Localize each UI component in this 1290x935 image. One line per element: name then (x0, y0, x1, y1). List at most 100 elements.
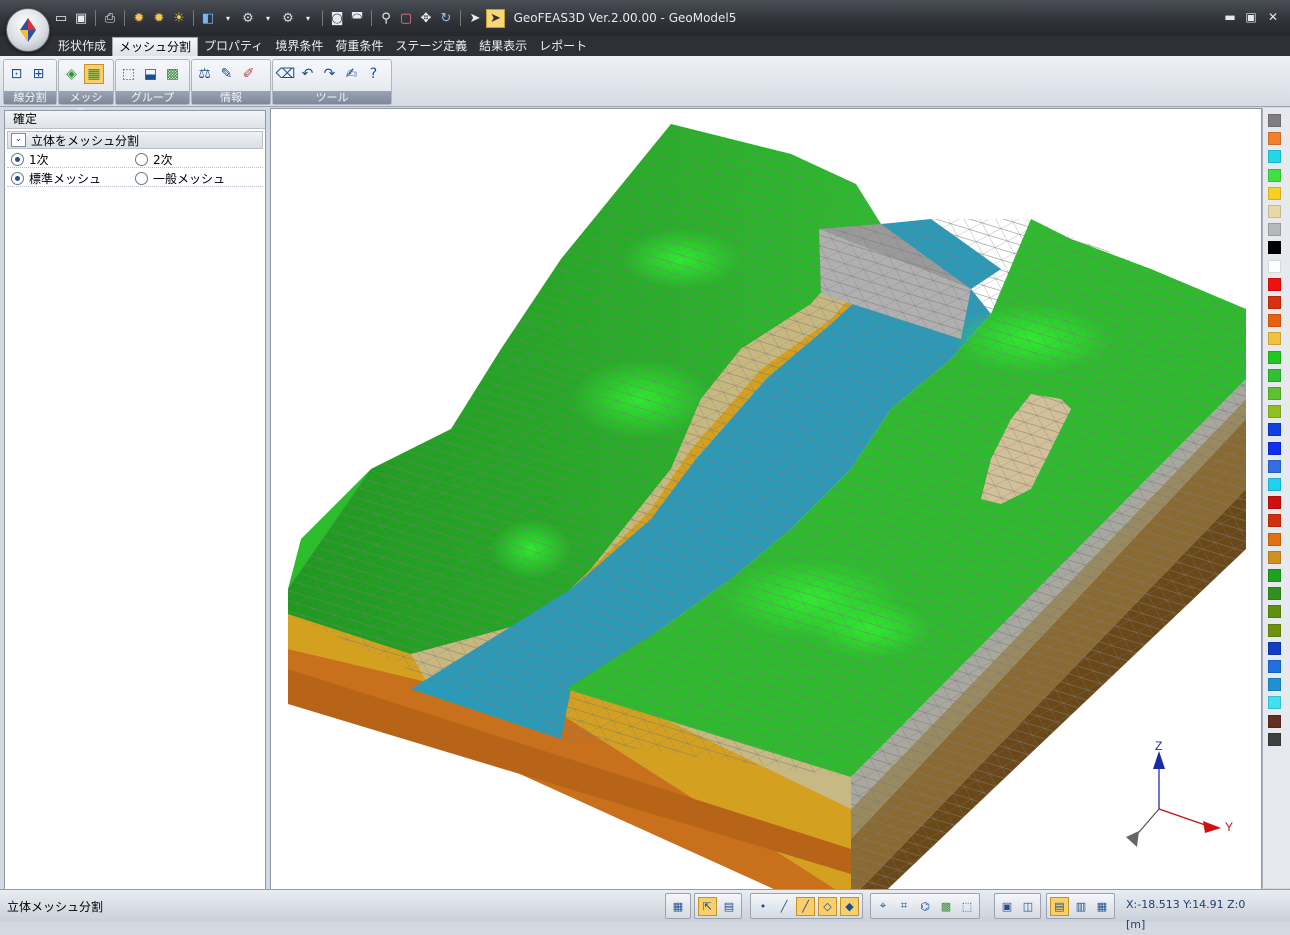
tab-property[interactable]: プロパティ (198, 37, 269, 56)
box-select-icon[interactable]: ⬚ (958, 897, 976, 915)
color-swatch[interactable] (1268, 441, 1281, 455)
element-info-icon[interactable]: ✎ (217, 64, 236, 83)
color-swatch[interactable] (1268, 678, 1281, 692)
color-swatch[interactable] (1268, 186, 1281, 200)
order-2-option[interactable]: 2次 (135, 151, 173, 168)
color-swatch[interactable] (1268, 387, 1281, 400)
window-icon[interactable]: ▣ (998, 897, 1016, 915)
color-swatch[interactable] (1268, 168, 1281, 182)
help-icon[interactable]: ? (364, 64, 383, 83)
maximize-button[interactable]: ▣ (1243, 9, 1259, 25)
tab-load[interactable]: 荷重条件 (329, 37, 389, 56)
group-label: 線分割 (4, 91, 56, 104)
layout-vertical-icon[interactable]: ▦ (1093, 897, 1111, 915)
axis-toggle-icon[interactable]: ⇱ (698, 896, 717, 916)
mesh-solid-icon[interactable]: ▦ (84, 64, 104, 84)
layout-horizontal-icon[interactable]: ▥ (1072, 897, 1090, 915)
tab-boundary[interactable]: 境界条件 (269, 37, 329, 56)
window-split-icon[interactable]: ◫ (1019, 897, 1037, 915)
line-split-alt-icon[interactable]: ⊞ (29, 64, 48, 83)
model-render: Z Y (288, 124, 1246, 889)
tab-mesh[interactable]: メッシュ分割 (112, 37, 199, 56)
color-swatch[interactable] (1268, 641, 1281, 655)
color-swatch[interactable] (1268, 550, 1281, 564)
edge-select-icon[interactable]: ⌗ (895, 897, 913, 915)
line-split-icon[interactable]: ⊡ (7, 64, 26, 83)
color-swatch[interactable] (1268, 605, 1281, 619)
color-swatch[interactable] (1268, 496, 1281, 510)
order-row: 1次 2次 (7, 149, 263, 168)
tab-result[interactable]: 結果表示 (473, 37, 533, 56)
color-swatch[interactable] (1268, 314, 1281, 328)
redo-icon[interactable]: ↷ (320, 64, 339, 83)
radio-button[interactable] (11, 153, 24, 166)
color-swatch[interactable] (1268, 296, 1281, 309)
face-select-icon[interactable]: ⌬ (916, 897, 934, 915)
color-swatch[interactable] (1268, 660, 1281, 673)
color-swatch[interactable] (1268, 732, 1281, 746)
mesh-surface-icon[interactable]: ◈ (62, 64, 81, 83)
group-label: ツール (273, 91, 391, 104)
color-swatch[interactable] (1268, 277, 1281, 291)
eraser-icon[interactable]: ⌫ (276, 64, 296, 83)
confirm-header[interactable]: 確定 (5, 111, 265, 129)
color-swatch[interactable] (1268, 223, 1281, 237)
group-fill-icon[interactable]: ▩ (163, 64, 182, 83)
color-swatch[interactable] (1268, 714, 1281, 728)
window-group: ▣ ◫ (994, 893, 1041, 919)
layout-single-icon[interactable]: ▤ (1050, 896, 1069, 916)
solid-icon[interactable]: ◆ (840, 896, 859, 916)
radio-button[interactable] (135, 172, 148, 185)
node-select-icon[interactable]: ⌖ (874, 897, 892, 915)
collapse-chevron-icon[interactable]: ⌄ (11, 133, 26, 147)
color-swatch[interactable] (1268, 623, 1281, 637)
3d-viewport[interactable]: Z Y (270, 108, 1262, 890)
color-swatch[interactable] (1268, 514, 1281, 528)
color-swatch[interactable] (1268, 332, 1281, 346)
undo-icon[interactable]: ↶ (298, 64, 317, 83)
color-swatch[interactable] (1268, 459, 1281, 473)
general-mesh-option[interactable]: 一般メッシュ (135, 170, 225, 187)
minimize-button[interactable]: ▬ (1222, 9, 1238, 25)
table-icon[interactable]: ▤ (720, 897, 738, 915)
app-menu-button[interactable] (6, 8, 50, 52)
standard-mesh-option[interactable]: 標準メッシュ (11, 170, 101, 187)
color-swatch[interactable] (1268, 423, 1281, 437)
group-select-icon[interactable]: ⬚ (119, 64, 138, 83)
point-icon[interactable]: • (754, 897, 772, 915)
section-header[interactable]: ⌄ 立体をメッシュ分割 (7, 131, 263, 149)
color-swatch[interactable] (1268, 696, 1281, 710)
color-swatch[interactable] (1268, 368, 1281, 382)
color-swatch[interactable] (1268, 478, 1281, 491)
group-tools: ⌫ ↶ ↷ ✍ ? ツール (272, 59, 392, 105)
color-swatch[interactable] (1268, 132, 1281, 146)
node-info-icon[interactable]: ⚖ (195, 64, 214, 83)
color-swatch[interactable] (1268, 569, 1281, 582)
tab-shape[interactable]: 形状作成 (52, 37, 112, 56)
face-icon[interactable]: ◇ (818, 896, 837, 916)
color-swatch[interactable] (1268, 205, 1281, 218)
order-1-option[interactable]: 1次 (11, 151, 49, 168)
edit-icon[interactable]: ✍ (342, 64, 361, 83)
color-swatch[interactable] (1268, 259, 1281, 273)
color-swatch[interactable] (1268, 405, 1281, 419)
radio-button[interactable] (135, 153, 148, 166)
line-icon[interactable]: ╱ (775, 897, 793, 915)
color-swatch[interactable] (1268, 532, 1281, 546)
tab-report[interactable]: レポート (533, 37, 593, 56)
general-mesh-label: 一般メッシュ (153, 172, 226, 186)
color-palette (1262, 108, 1290, 888)
edge-icon[interactable]: ╱ (796, 896, 815, 916)
radio-button[interactable] (11, 172, 24, 185)
color-swatch[interactable] (1268, 587, 1281, 601)
color-swatch[interactable] (1268, 241, 1281, 255)
color-swatch[interactable] (1268, 350, 1281, 364)
color-swatch[interactable] (1268, 150, 1281, 164)
tab-stage[interactable]: ステージ定義 (389, 37, 473, 56)
volume-select-icon[interactable]: ▩ (937, 897, 955, 915)
color-swatch[interactable] (1268, 114, 1281, 127)
close-button[interactable]: ✕ (1265, 9, 1281, 25)
grid-icon[interactable]: ▦ (669, 897, 687, 915)
picker-icon[interactable]: ✐ (239, 64, 258, 83)
group-frame-icon[interactable]: ⬓ (141, 64, 160, 83)
